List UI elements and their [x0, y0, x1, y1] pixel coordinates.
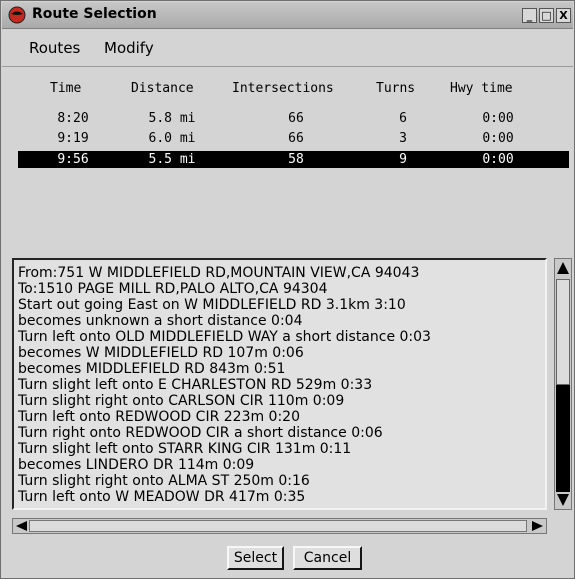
column-header-turns[interactable]: Turns: [376, 81, 415, 96]
cell-time: 9:56: [57, 152, 89, 167]
direction-line: Turn slight left onto STARR KING CIR 131…: [18, 441, 352, 457]
direction-line: becomes unknown a short distance 0:04: [18, 313, 303, 329]
minimize-button[interactable]: _: [522, 8, 537, 23]
direction-line: Turn left onto OLD MIDDLEFIELD WAY a sho…: [18, 329, 431, 345]
cell-distance: 6.0 mi: [148, 131, 196, 146]
title-bar[interactable]: Route Selection _ □ X: [2, 2, 573, 29]
redhat-icon: [8, 6, 26, 24]
direction-line: Turn left onto REDWOOD CIR 223m 0:20: [18, 409, 300, 425]
routes-table: Time Distance Intersections Turns Hwy ti…: [12, 75, 569, 223]
select-button[interactable]: Select: [227, 546, 284, 570]
cell-turns: 6: [399, 111, 407, 126]
cell-hwy-time: 0:00: [482, 152, 514, 167]
direction-line: Start out going East on W MIDDLEFIELD RD…: [18, 297, 406, 313]
menu-routes[interactable]: Routes: [29, 39, 80, 57]
table-row[interactable]: 9:19 6.0 mi 66 3 0:00: [18, 130, 569, 147]
column-header-distance[interactable]: Distance: [131, 81, 194, 96]
vertical-scrollbar[interactable]: [554, 258, 572, 510]
scroll-left-arrow-icon[interactable]: [14, 520, 28, 532]
close-button[interactable]: X: [556, 8, 571, 23]
cell-intersections: 66: [288, 131, 304, 146]
column-header-intersections[interactable]: Intersections: [232, 81, 334, 96]
horizontal-scrollbar[interactable]: [12, 518, 547, 534]
table-row[interactable]: 8:20 5.8 mi 66 6 0:00: [18, 110, 569, 127]
cell-intersections: 66: [288, 111, 304, 126]
cell-time: 9:19: [57, 131, 89, 146]
direction-line: From:751 W MIDDLEFIELD RD,MOUNTAIN VIEW,…: [18, 265, 420, 281]
table-row-selected[interactable]: 9:56 5.5 mi 58 9 0:00: [18, 151, 569, 168]
vertical-scroll-track[interactable]: [556, 385, 570, 492]
direction-line: Turn slight right onto ALMA ST 250m 0:16: [18, 473, 310, 489]
scroll-down-arrow-icon[interactable]: [556, 492, 570, 508]
cell-turns: 3: [399, 131, 407, 146]
direction-line: becomes W MIDDLEFIELD RD 107m 0:06: [18, 345, 304, 361]
horizontal-scroll-thumb[interactable]: [29, 520, 527, 532]
directions-text-area[interactable]: From:751 W MIDDLEFIELD RD,MOUNTAIN VIEW,…: [12, 258, 547, 510]
direction-line: To:1510 PAGE MILL RD,PALO ALTO,CA 94304: [18, 281, 328, 297]
vertical-scroll-thumb[interactable]: [556, 279, 570, 385]
direction-line: Turn slight right onto CARLSON CIR 110m …: [18, 393, 345, 409]
direction-line: Turn left onto W MEADOW DR 417m 0:35: [18, 489, 306, 505]
cell-time: 8:20: [57, 111, 89, 126]
menu-modify[interactable]: Modify: [104, 39, 154, 57]
scroll-up-arrow-icon[interactable]: [556, 260, 570, 276]
cancel-button[interactable]: Cancel: [293, 546, 362, 570]
column-header-hwy-time[interactable]: Hwy time: [450, 81, 513, 96]
direction-line: becomes MIDDLEFIELD RD 843m 0:51: [18, 361, 286, 377]
cell-distance: 5.5 mi: [148, 152, 196, 167]
route-selection-window: Route Selection _ □ X Routes Modify Time…: [0, 0, 575, 579]
cell-intersections: 58: [288, 152, 304, 167]
cell-turns: 9: [399, 152, 407, 167]
cell-distance: 5.8 mi: [148, 111, 196, 126]
column-header-time[interactable]: Time: [50, 81, 81, 96]
cell-hwy-time: 0:00: [482, 131, 514, 146]
maximize-button[interactable]: □: [539, 8, 554, 23]
direction-line: becomes LINDERO DR 114m 0:09: [18, 457, 255, 473]
direction-line: Turn right onto REDWOOD CIR a short dist…: [18, 425, 383, 441]
cell-hwy-time: 0:00: [482, 111, 514, 126]
window-title: Route Selection: [32, 6, 157, 22]
scroll-right-arrow-icon[interactable]: [531, 520, 545, 532]
direction-line: Turn slight left onto E CHARLESTON RD 52…: [18, 377, 373, 393]
menu-bar: Routes Modify: [2, 29, 573, 67]
